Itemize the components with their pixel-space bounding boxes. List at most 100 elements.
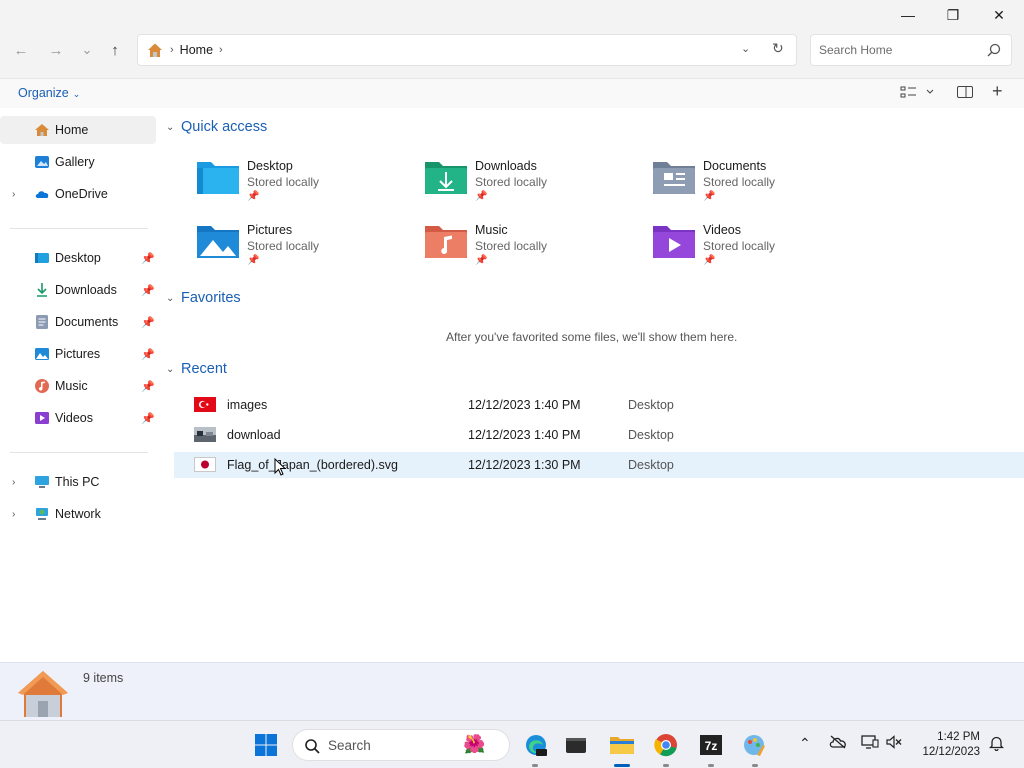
taskbar-search[interactable]: Search 🌺 xyxy=(292,729,510,761)
onedrive-offline-icon[interactable] xyxy=(829,735,847,752)
pin-icon[interactable]: 📌 xyxy=(141,348,155,361)
details-view-icon xyxy=(900,86,934,98)
home-icon xyxy=(35,124,49,136)
search-icon xyxy=(305,739,320,754)
start-button[interactable] xyxy=(252,731,280,759)
chevron-right-icon[interactable]: › xyxy=(12,189,15,200)
breadcrumb-home[interactable]: Home xyxy=(180,43,213,57)
minimize-button[interactable]: — xyxy=(885,0,931,30)
sidebar-item-label: This PC xyxy=(55,475,100,489)
recent-header[interactable]: ⌄ Recent xyxy=(166,361,227,377)
japan-flag-thumbnail xyxy=(194,457,216,472)
pane-icon xyxy=(957,86,973,98)
up-button[interactable]: ↑ xyxy=(101,36,129,64)
quick-access-documents[interactable]: Documents Stored locally 📌 xyxy=(652,156,872,212)
search-box[interactable]: Search Home xyxy=(810,34,1012,66)
breadcrumb-separator[interactable]: › xyxy=(219,44,223,56)
file-date: 12/12/2023 1:40 PM xyxy=(468,398,581,412)
maximize-button[interactable]: ❐ xyxy=(930,0,976,30)
volume-muted-icon[interactable] xyxy=(886,735,902,752)
quick-access-pictures[interactable]: Pictures Stored locally 📌 xyxy=(196,220,416,276)
chevron-right-icon[interactable]: › xyxy=(12,509,15,520)
pin-icon[interactable]: 📌 xyxy=(141,380,155,393)
chevron-down-icon[interactable]: ⌄ xyxy=(166,364,180,375)
sidebar-item-pictures[interactable]: Pictures 📌 xyxy=(0,340,156,368)
sidebar-item-this-pc[interactable]: › This PC xyxy=(0,468,156,496)
pin-icon: 📌 xyxy=(247,191,260,202)
tile-status: Stored locally xyxy=(475,175,548,189)
turkey-flag-thumbnail xyxy=(194,397,216,412)
file-name: download xyxy=(227,428,281,442)
tile-status: Stored locally xyxy=(703,175,776,189)
quick-access-music[interactable]: Music Stored locally 📌 xyxy=(424,220,644,276)
clock-time: 1:42 PM xyxy=(937,731,980,743)
address-dropdown-icon[interactable]: ⌄ xyxy=(741,42,750,55)
taskbar-app-paint[interactable] xyxy=(741,731,769,759)
edge-icon xyxy=(526,735,547,756)
address-bar[interactable]: › Home › ⌄ ↻ xyxy=(137,34,797,66)
chevron-down-icon[interactable]: ⌄ xyxy=(166,293,180,304)
running-indicator xyxy=(663,764,669,767)
sidebar-item-videos[interactable]: Videos 📌 xyxy=(0,404,156,432)
taskbar-app-chrome[interactable] xyxy=(652,731,680,759)
photo-thumbnail xyxy=(194,427,216,442)
tile-name: Downloads xyxy=(475,159,537,173)
network-status-icon[interactable] xyxy=(861,735,879,752)
sidebar-item-label: Desktop xyxy=(55,251,101,265)
organize-label: Organize xyxy=(18,86,69,100)
taskbar-app-edge-beta[interactable] xyxy=(522,731,550,759)
bell-icon xyxy=(988,736,1005,752)
taskbar-app-file-explorer[interactable] xyxy=(608,731,636,759)
notifications-icon[interactable] xyxy=(988,735,1005,754)
sidebar-item-home[interactable]: Home xyxy=(0,116,156,144)
file-name: Flag_of_Japan_(bordered).svg xyxy=(227,458,398,472)
recent-locations-button[interactable]: ⌄ xyxy=(73,36,101,64)
tile-name: Pictures xyxy=(247,223,293,237)
taskbar-app-7zip[interactable]: 7z xyxy=(697,731,725,759)
sidebar-item-onedrive[interactable]: › OneDrive xyxy=(0,180,156,208)
refresh-icon[interactable]: ↻ xyxy=(772,40,784,57)
quick-access-videos[interactable]: Videos Stored locally 📌 xyxy=(652,220,872,276)
pin-icon[interactable]: 📌 xyxy=(141,316,155,329)
sidebar-item-gallery[interactable]: Gallery xyxy=(0,148,156,176)
forward-button[interactable]: → xyxy=(42,36,70,64)
svg-text:7z: 7z xyxy=(705,739,718,753)
back-button[interactable]: ← xyxy=(7,36,35,64)
section-title: Quick access xyxy=(181,119,268,135)
active-indicator xyxy=(614,764,630,767)
chevron-right-icon[interactable]: › xyxy=(12,477,15,488)
videos-folder-icon xyxy=(653,226,695,258)
sidebar-item-music[interactable]: Music 📌 xyxy=(0,372,156,400)
pin-icon: 📌 xyxy=(247,255,260,266)
recent-row[interactable]: images 12/12/2023 1:40 PM Desktop xyxy=(174,392,1024,418)
quick-access-header[interactable]: ⌄ Quick access xyxy=(166,119,267,135)
recent-row[interactable]: Flag_of_Japan_(bordered).svg 12/12/2023 … xyxy=(174,452,1024,478)
details-pane-button[interactable] xyxy=(956,84,974,103)
chevron-down-icon[interactable]: ⌄ xyxy=(166,122,180,133)
recent-row[interactable]: download 12/12/2023 1:40 PM Desktop xyxy=(174,422,1024,448)
quick-access-downloads[interactable]: Downloads Stored locally 📌 xyxy=(424,156,644,212)
document-icon xyxy=(36,315,48,329)
file-date: 12/12/2023 1:30 PM xyxy=(468,458,581,472)
pin-icon: 📌 xyxy=(703,255,716,266)
sidebar-item-desktop[interactable]: Desktop 📌 xyxy=(0,244,156,272)
quick-access-desktop[interactable]: Desktop Stored locally 📌 xyxy=(196,156,416,212)
pin-icon[interactable]: 📌 xyxy=(141,412,155,425)
close-button[interactable]: ✕ xyxy=(976,0,1022,30)
view-options-button[interactable] xyxy=(900,84,934,103)
sidebar-item-downloads[interactable]: Downloads 📌 xyxy=(0,276,156,304)
organize-button[interactable]: Organize ⌄ xyxy=(18,86,80,100)
sidebar-item-label: OneDrive xyxy=(55,187,108,201)
chevron-down-icon: ⌄ xyxy=(72,89,81,99)
favorites-header[interactable]: ⌄ Favorites xyxy=(166,290,241,306)
show-hidden-icons-chevron-icon[interactable]: ⌃ xyxy=(799,735,811,752)
sidebar-item-documents[interactable]: Documents 📌 xyxy=(0,308,156,336)
file-location: Desktop xyxy=(628,398,674,412)
pin-icon[interactable]: 📌 xyxy=(141,284,155,297)
pin-icon[interactable]: 📌 xyxy=(141,252,155,265)
command-bar: Organize ⌄ + xyxy=(0,78,1024,108)
taskbar-app-terminal[interactable] xyxy=(562,731,590,759)
add-icon[interactable]: + xyxy=(992,81,1003,102)
sidebar-item-network[interactable]: › Network xyxy=(0,500,156,528)
system-clock[interactable]: 1:42 PM 12/12/2023 xyxy=(912,730,980,760)
